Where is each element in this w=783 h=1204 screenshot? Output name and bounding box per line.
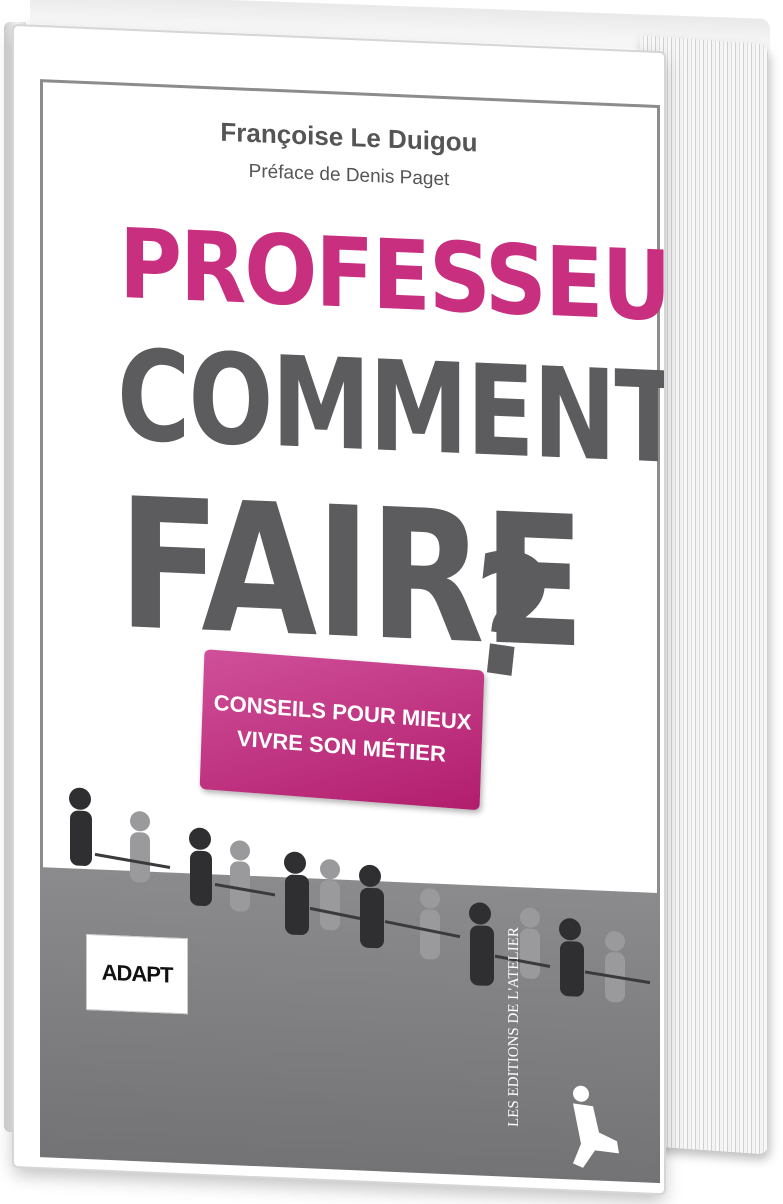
seated-figure-logo-icon <box>573 1085 619 1168</box>
subtitle-badge: CONSEILS POUR MIEUX VIVRE SON MÉTIER <box>199 649 485 811</box>
adapt-logo: ADAPT <box>86 934 188 1015</box>
book-cover: Françoise Le Duigou Préface de Denis Pag… <box>14 26 664 1194</box>
publisher-name: LES EDITIONS DE L'ATELIER <box>506 926 522 1128</box>
adapt-logo-text: ADAPT <box>101 959 173 988</box>
